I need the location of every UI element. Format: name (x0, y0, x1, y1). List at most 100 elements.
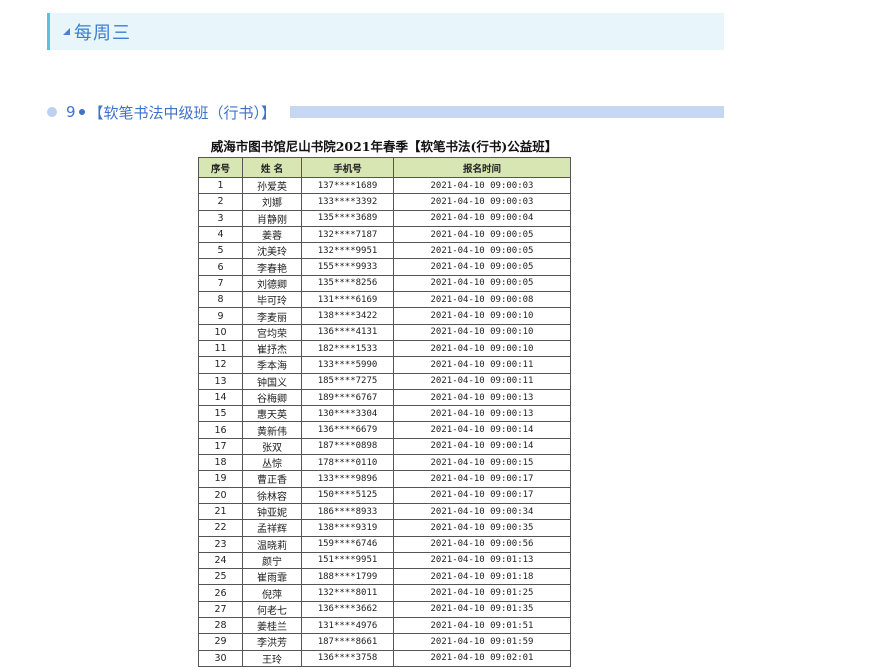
row-seq: 30 (198, 649, 243, 667)
row-phone: 151****9951 (301, 551, 394, 570)
row-phone: 187****0898 (301, 437, 394, 456)
row-name: 刘娜 (242, 193, 302, 211)
row-phone: 136****6679 (301, 421, 394, 439)
row-time: 2021-04-10 09:00:04 (393, 209, 571, 227)
row-name: 张双 (242, 437, 302, 456)
table-row: 23 温晓莉 159****6746 2021-04-10 09:00:56 (198, 535, 571, 553)
table-row: 1 孙爱英 137****1689 2021-04-10 09:00:03 (198, 176, 571, 195)
table-row: 28 姜桂兰 131****4976 2021-04-10 09:01:51 (198, 617, 571, 635)
header-seq: 序号 (198, 157, 243, 178)
row-seq: 10 (198, 323, 243, 341)
row-name: 何老七 (242, 600, 302, 619)
table-row: 17 张双 187****0898 2021-04-10 09:00:14 (198, 437, 571, 456)
table-row: 27 何老七 136****3662 2021-04-10 09:01:35 (198, 600, 571, 619)
row-seq: 4 (198, 225, 243, 244)
row-time: 2021-04-10 09:01:13 (393, 551, 571, 570)
row-name: 谷梅卿 (242, 388, 302, 407)
row-seq: 17 (198, 437, 243, 456)
row-seq: 7 (198, 274, 243, 293)
table-row: 30 王玲 136****3758 2021-04-10 09:02:01 (198, 649, 571, 667)
row-name: 孟祥辉 (242, 519, 302, 537)
row-time: 2021-04-10 09:00:14 (393, 421, 571, 439)
row-seq: 1 (198, 176, 243, 195)
row-name: 徐林容 (242, 486, 302, 504)
header-time: 报名时间 (393, 157, 571, 178)
table-row: 22 孟祥辉 138****9319 2021-04-10 09:00:35 (198, 519, 571, 537)
row-time: 2021-04-10 09:00:11 (393, 356, 571, 374)
roster-header-row: 序号 姓 名 手机号 报名时间 (198, 157, 571, 178)
row-seq: 3 (198, 209, 243, 227)
table-row: 14 谷梅卿 189****6767 2021-04-10 09:00:13 (198, 388, 571, 407)
table-row: 21 钟亚妮 186****8933 2021-04-10 09:00:34 (198, 502, 571, 521)
row-name: 季本海 (242, 356, 302, 374)
row-name: 崔雨霏 (242, 568, 302, 586)
table-row: 8 毕可玲 131****6169 2021-04-10 09:00:08 (198, 291, 571, 309)
row-seq: 11 (198, 339, 243, 358)
table-row: 29 李洪芳 187****8661 2021-04-10 09:01:59 (198, 633, 571, 651)
class-number: 9 (66, 103, 76, 121)
row-time: 2021-04-10 09:00:10 (393, 307, 571, 325)
row-name: 孙爱英 (242, 176, 302, 195)
row-phone: 182****1533 (301, 339, 394, 358)
row-time: 2021-04-10 09:00:13 (393, 405, 571, 423)
row-phone: 136****3758 (301, 649, 394, 667)
row-name: 惠天英 (242, 405, 302, 423)
row-phone: 132****8011 (301, 584, 394, 602)
row-seq: 26 (198, 584, 243, 602)
row-seq: 13 (198, 372, 243, 390)
row-name: 王玲 (242, 649, 302, 667)
row-phone: 138****9319 (301, 519, 394, 537)
row-time: 2021-04-10 09:00:15 (393, 454, 571, 472)
row-name: 曹正香 (242, 470, 302, 488)
header-phone: 手机号 (301, 157, 394, 178)
class-name: 【软笔书法中级班（行书）】 (88, 103, 277, 122)
row-phone: 188****1799 (301, 568, 394, 586)
row-seq: 20 (198, 486, 243, 504)
row-time: 2021-04-10 09:00:14 (393, 437, 571, 456)
row-seq: 14 (198, 388, 243, 407)
row-time: 2021-04-10 09:00:17 (393, 486, 571, 504)
row-time: 2021-04-10 09:00:08 (393, 291, 571, 309)
row-time: 2021-04-10 09:00:11 (393, 372, 571, 390)
row-seq: 27 (198, 600, 243, 619)
row-phone: 132****9951 (301, 242, 394, 260)
collapse-triangle-icon[interactable] (63, 28, 70, 35)
row-seq: 22 (198, 519, 243, 537)
roster-title: 威海市图书馆尼山书院2021年春季【软笔书法(行书)公益班】 (210, 139, 558, 154)
row-name: 李春艳 (242, 258, 302, 276)
row-seq: 25 (198, 568, 243, 586)
row-seq: 24 (198, 551, 243, 570)
row-time: 2021-04-10 09:00:05 (393, 242, 571, 260)
roster-body: 1 孙爱英 137****1689 2021-04-10 09:00:03 2 刘娜 133… (198, 176, 571, 667)
table-row: 13 钟国义 185****7275 2021-04-10 09:00:11 (198, 372, 571, 390)
row-phone: 136****4131 (301, 323, 394, 341)
row-time: 2021-04-10 09:00:17 (393, 470, 571, 488)
row-name: 毕可玲 (242, 291, 302, 309)
row-phone: 136****3662 (301, 600, 394, 619)
row-time: 2021-04-10 09:00:05 (393, 274, 571, 293)
table-row: 7 刘德卿 135****8256 2021-04-10 09:00:05 (198, 274, 571, 293)
row-name: 姜桂兰 (242, 617, 302, 635)
table-row: 2 刘娜 133****3392 2021-04-10 09:00:03 (198, 193, 571, 211)
row-phone: 133****3392 (301, 193, 394, 211)
row-time: 2021-04-10 09:00:13 (393, 388, 571, 407)
row-seq: 9 (198, 307, 243, 325)
row-seq: 23 (198, 535, 243, 553)
row-seq: 5 (198, 242, 243, 260)
row-phone: 132****7187 (301, 225, 394, 244)
row-phone: 131****4976 (301, 617, 394, 635)
row-name: 沈美玲 (242, 242, 302, 260)
row-phone: 131****6169 (301, 291, 394, 309)
row-phone: 187****8661 (301, 633, 394, 651)
row-time: 2021-04-10 09:00:34 (393, 502, 571, 521)
row-phone: 150****5125 (301, 486, 394, 504)
heading-decoration-bar (290, 106, 724, 118)
row-name: 倪萍 (242, 584, 302, 602)
row-phone: 133****9896 (301, 470, 394, 488)
row-phone: 137****1689 (301, 176, 394, 195)
row-phone: 138****3422 (301, 307, 394, 325)
row-time: 2021-04-10 09:00:56 (393, 535, 571, 553)
row-seq: 15 (198, 405, 243, 423)
row-phone: 135****8256 (301, 274, 394, 293)
table-row: 9 李麦丽 138****3422 2021-04-10 09:00:10 (198, 307, 571, 325)
